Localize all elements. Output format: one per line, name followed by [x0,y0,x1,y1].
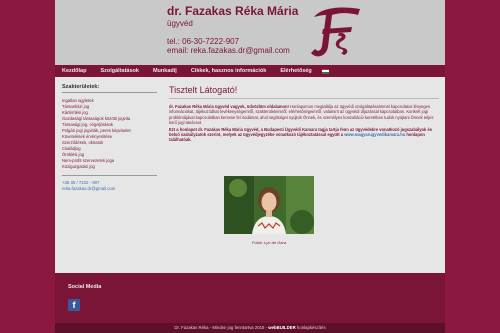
social-section: Social Media f [55,273,445,323]
hungarian-flag-icon[interactable] [321,68,329,74]
intro-lead: dr. Fazakas Réka Mária ügyvéd vagyok, üd… [169,104,289,109]
main-nav: Kezdőlap Szolgáltatások Munkadíj Cikkek,… [55,65,445,77]
facebook-icon[interactable]: f [68,299,80,311]
copyright-text: Dr. Fazakas Réka - Minden jog fenntartva… [174,325,269,330]
content-area: Szakterületek: Ingatlan ügyletek Társash… [55,77,445,273]
sidebar: Szakterületek: Ingatlan ügyletek Társash… [62,84,157,192]
social-title: Social Media [68,284,102,290]
main-content: Tisztelt Látogató! dr. Fazakas Réka Mári… [169,85,439,245]
fr-monogram-logo [311,7,360,57]
portrait-figure: Fotók: Lyn de Gara [224,176,314,245]
chamber-link[interactable]: www.magyarugyvedikamara.hu [344,132,405,137]
disclaimer-paragraph: Ezt a honlapot dr. Fazakas Réka Mária üg… [169,127,439,143]
page-title: Tisztelt Látogató! [169,85,439,99]
sidebar-divider [62,175,157,176]
page: dr. Fazakas Réka Mária ügyvéd tel.: 06-3… [55,0,445,333]
copyright-bar: Dr. Fazakas Réka - Minden jog fenntartva… [55,323,445,333]
header: dr. Fazakas Réka Mária ügyvéd tel.: 06-3… [55,0,445,65]
photo-caption: Fotók: Lyn de Gara [251,240,287,245]
sidebar-email-link[interactable]: reka.fazakas.dr@gmail.com [62,186,157,192]
nav-item-contact[interactable]: Elérhetőség [273,68,318,74]
practice-areas-list: Ingatlan ügyletek Társasházi jog Kártérí… [62,98,157,170]
nav-item-home[interactable]: Kezdőlap [55,68,93,74]
nav-item-articles[interactable]: Cikkek, hasznos információk [184,68,274,74]
intro-paragraph: dr. Fazakas Réka Mária ügyvéd vagyok, üd… [169,104,439,126]
nav-item-services[interactable]: Szolgáltatások [93,68,146,74]
copyright-suffix: honlapkészítés [295,325,326,330]
nav-item-fees[interactable]: Munkadíj [146,68,184,74]
header-phone: tel.: 06-30-7222-907 [167,37,240,46]
sidebar-title: Szakterületek: [62,84,157,93]
site-subtitle: ügyvéd [167,19,193,28]
header-email: email: reka.fazakas.dr@gmail.com [167,46,290,55]
copyright-brand[interactable]: webBUILDER [268,325,295,330]
sidebar-item[interactable]: Közigazgatási jog [62,164,157,170]
portrait-photo [224,176,314,234]
site-title: dr. Fazakas Réka Mária [167,4,299,18]
